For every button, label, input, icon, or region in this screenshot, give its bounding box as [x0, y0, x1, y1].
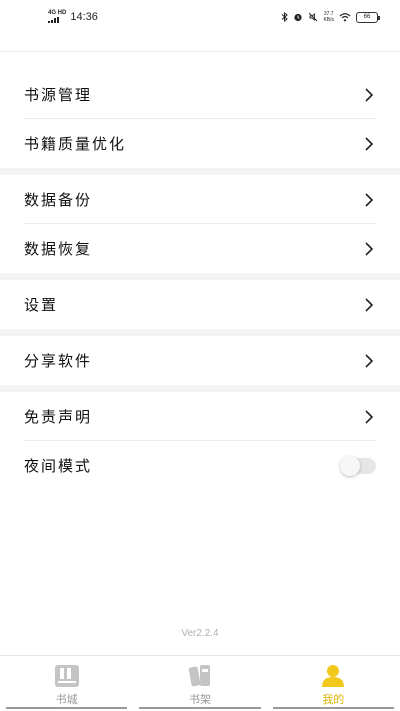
battery-icon: 66 — [356, 11, 380, 23]
chevron-right-icon — [365, 87, 374, 102]
status-right: 37.7 KB/s 66 — [281, 11, 380, 23]
menu-item-label: 书源管理 — [24, 86, 93, 104]
chevron-right-icon — [365, 241, 374, 256]
wifi-icon — [339, 13, 351, 22]
signal-icon — [48, 17, 66, 23]
toggle-knob — [340, 455, 360, 476]
menu-item-label: 分享软件 — [24, 352, 93, 370]
menu-item-settings[interactable]: 设置 — [0, 280, 400, 329]
section-divider — [0, 385, 400, 392]
menu-item-data-restore[interactable]: 数据恢复 — [0, 224, 400, 273]
nav-label: 书架 — [188, 693, 211, 706]
menu-item-data-backup[interactable]: 数据备份 — [0, 175, 400, 224]
book-city-icon — [54, 665, 79, 687]
section-divider — [0, 329, 400, 336]
menu-item-label: 免责声明 — [24, 408, 93, 426]
alarm-icon — [294, 13, 303, 22]
status-time: 14:36 — [70, 10, 98, 23]
network-indicator: 4G HD — [48, 10, 66, 23]
app-version: Ver2.2.4 — [181, 628, 219, 639]
nav-tab-profile[interactable]: 我的 — [267, 656, 400, 711]
menu-item-label: 数据恢复 — [24, 240, 93, 258]
nav-tab-book-city[interactable]: 书城 — [0, 656, 133, 711]
menu-item-share-app[interactable]: 分享软件 — [0, 336, 400, 385]
settings-menu: 书源管理 书籍质量优化 数据备份 数据恢复 设置 分享软件 免责声明 夜间模式 — [0, 52, 400, 490]
profile-icon — [322, 665, 345, 687]
bluetooth-icon — [282, 12, 289, 22]
bookshelf-icon — [188, 665, 210, 687]
menu-item-label: 设置 — [24, 296, 59, 314]
night-mode-toggle[interactable] — [340, 455, 376, 476]
menu-item-label: 书籍质量优化 — [24, 135, 127, 153]
battery-level: 66 — [363, 14, 371, 20]
speed-unit: KB/s — [323, 17, 334, 23]
chevron-right-icon — [365, 192, 374, 207]
chevron-right-icon — [365, 136, 374, 151]
menu-item-disclaimer[interactable]: 免责声明 — [0, 392, 400, 441]
menu-item-label: 数据备份 — [24, 191, 93, 209]
menu-item-label: 夜间模式 — [24, 457, 93, 475]
network-speed: 37.7 KB/s — [323, 11, 334, 23]
section-divider — [0, 168, 400, 175]
chevron-right-icon — [365, 409, 374, 424]
status-left: 4G HD 14:36 — [48, 10, 98, 23]
network-type: 4G HD — [48, 10, 67, 16]
chevron-right-icon — [365, 353, 374, 368]
menu-item-night-mode: 夜间模式 — [0, 441, 400, 490]
menu-item-quality-optimization[interactable]: 书籍质量优化 — [0, 119, 400, 168]
mute-icon — [309, 12, 318, 22]
nav-label: 书城 — [55, 693, 78, 706]
section-divider — [0, 273, 400, 280]
nav-tab-bookshelf[interactable]: 书架 — [133, 656, 266, 711]
header-strip — [0, 34, 400, 52]
status-bar: 4G HD 14:36 37.7 KB/s 66 — [0, 0, 400, 34]
menu-item-source-management[interactable]: 书源管理 — [0, 70, 400, 119]
nav-label: 我的 — [322, 693, 345, 706]
chevron-right-icon — [365, 297, 374, 312]
bottom-nav: 书城 书架 我的 — [0, 655, 400, 711]
